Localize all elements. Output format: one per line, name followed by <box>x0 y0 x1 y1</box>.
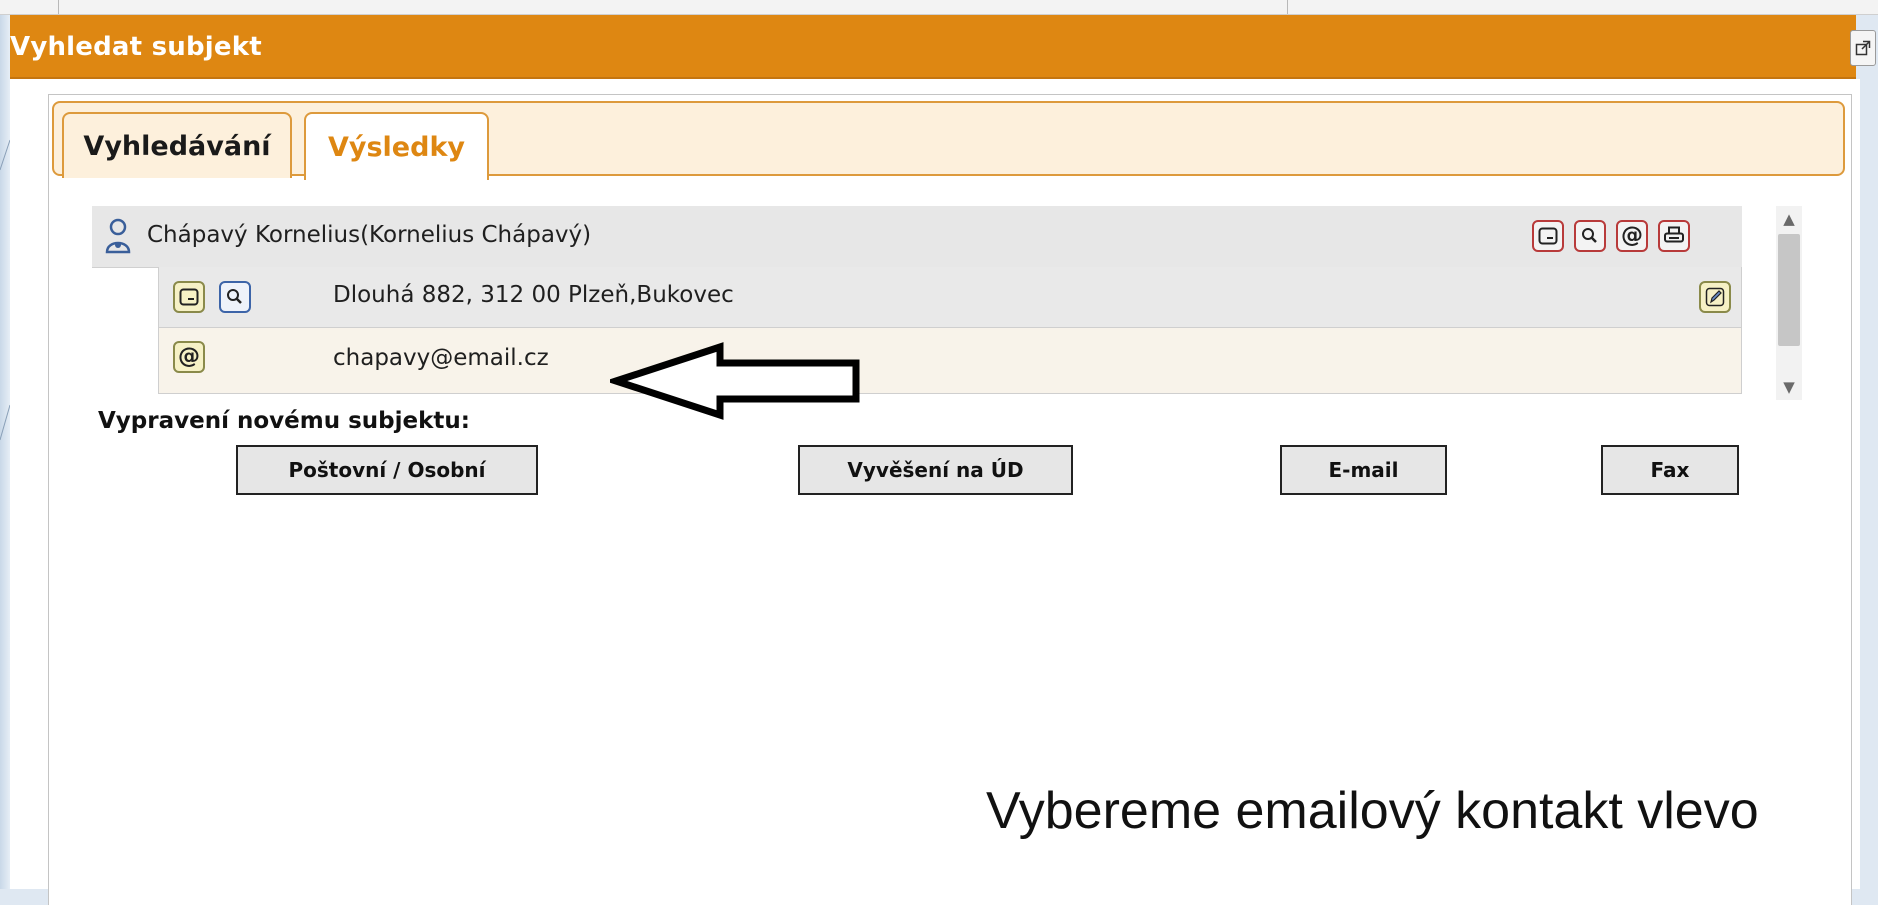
search-icon <box>1582 228 1597 243</box>
top-bar-separator <box>1287 0 1288 14</box>
postal-personal-button[interactable]: Poštovní / Osobní <box>236 445 538 495</box>
content-area: Vyhledávání Výsledky Chápavý Kornelius(K… <box>10 79 1860 905</box>
dispatch-label: Vypravení novému subjektu: <box>98 408 470 434</box>
subject-search-button[interactable] <box>1574 220 1606 252</box>
window-title: Vyhledat subjekt <box>10 32 262 62</box>
subject-row[interactable]: Chápavý Kornelius(Kornelius Chápavý) @ <box>92 206 1742 268</box>
popout-icon <box>1855 40 1871 56</box>
subject-name: Chápavý Kornelius(Kornelius Chápavý) <box>147 222 592 248</box>
top-chrome-bar <box>0 0 1878 15</box>
email-at-icon: @ <box>1621 223 1643 248</box>
subject-email-button[interactable]: @ <box>1616 220 1648 252</box>
search-icon <box>227 289 242 304</box>
fax-button[interactable]: Fax <box>1601 445 1739 495</box>
popout-button[interactable] <box>1850 30 1876 66</box>
card-icon <box>179 288 199 306</box>
subject-card-button[interactable] <box>1532 220 1564 252</box>
email-at-icon: @ <box>178 344 200 369</box>
address-row[interactable]: Dlouhá 882, 312 00 Plzeň,Bukovec <box>158 267 1742 328</box>
scroll-thumb[interactable] <box>1778 234 1800 346</box>
edit-pencil-icon <box>1705 287 1725 307</box>
official-board-button[interactable]: Vyvěšení na ÚD <box>798 445 1073 495</box>
subject-print-button[interactable] <box>1658 220 1690 252</box>
print-icon <box>1664 226 1684 243</box>
results-scrollbar[interactable]: ▲ ▼ <box>1776 206 1802 400</box>
left-decorative-strip <box>0 0 10 889</box>
email-dispatch-button[interactable]: E-mail <box>1280 445 1447 495</box>
results-list: Chápavý Kornelius(Kornelius Chápavý) @ D… <box>92 206 1776 400</box>
email-text: chapavy@email.cz <box>333 345 549 371</box>
address-search-button[interactable] <box>219 281 251 313</box>
instruction-caption: Vybereme emailový kontakt vlevo <box>986 782 1759 840</box>
card-icon <box>1538 227 1558 245</box>
top-bar-separator <box>58 0 59 14</box>
person-icon <box>105 218 131 254</box>
tab-results[interactable]: Výsledky <box>304 112 489 180</box>
email-row[interactable]: @ chapavy@email.cz <box>158 328 1742 394</box>
window-header: Vyhledat subjekt <box>10 15 1856 79</box>
address-card-button[interactable] <box>173 281 205 313</box>
address-edit-button[interactable] <box>1699 281 1731 313</box>
decorative-lines <box>0 139 10 441</box>
email-contact-button[interactable]: @ <box>173 341 205 373</box>
address-text: Dlouhá 882, 312 00 Plzeň,Bukovec <box>333 282 734 308</box>
annotation-arrow <box>610 342 860 420</box>
scroll-up-arrow[interactable]: ▲ <box>1776 206 1802 232</box>
tab-strip: Vyhledávání Výsledky <box>52 101 1845 180</box>
scroll-down-arrow[interactable]: ▼ <box>1776 374 1802 400</box>
tab-search[interactable]: Vyhledávání <box>62 112 292 178</box>
